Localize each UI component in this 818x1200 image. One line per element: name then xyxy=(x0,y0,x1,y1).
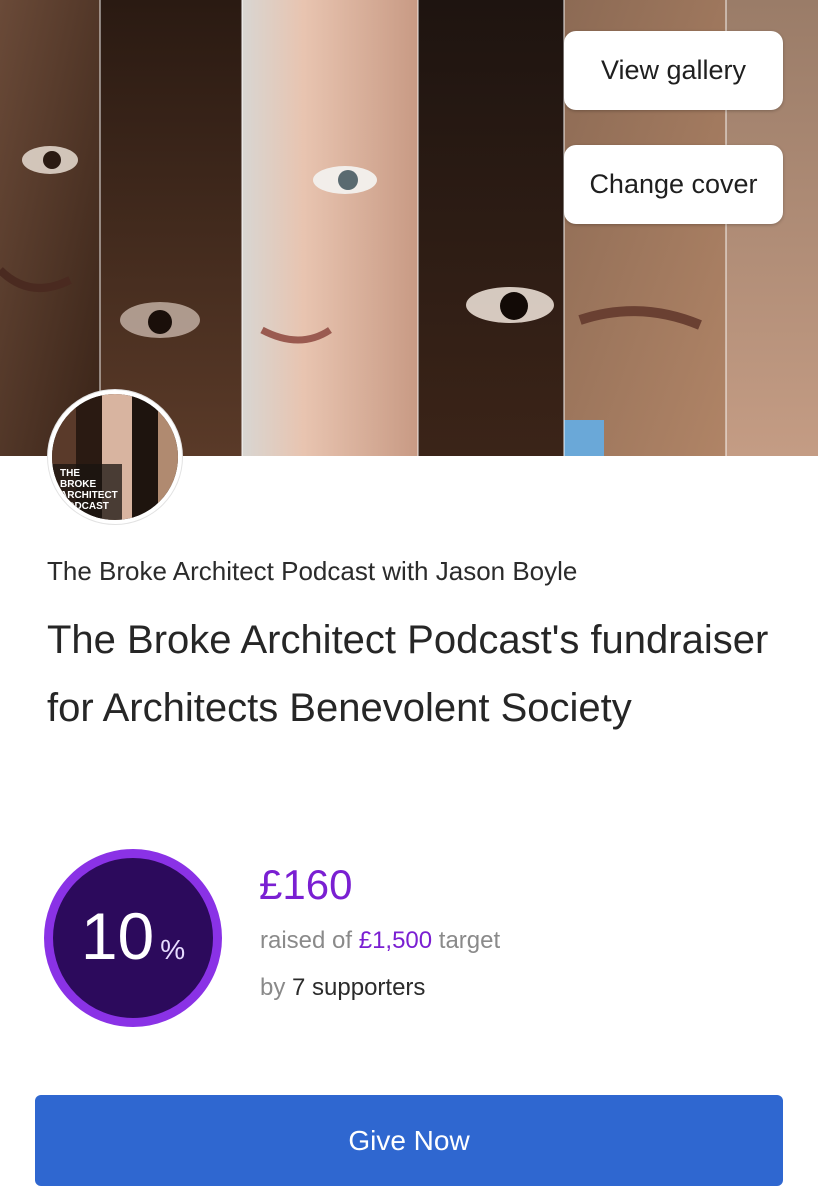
percent-sign: % xyxy=(160,934,186,965)
logo-text: THE xyxy=(60,468,80,479)
logo-text: ARCHITECT xyxy=(60,490,118,501)
give-now-button[interactable]: Give Now xyxy=(35,1095,783,1186)
logo-text: BROKE xyxy=(60,479,96,490)
podcast-logo-image: THE BROKE ARCHITECT PODCAST xyxy=(52,394,178,520)
supporters-count[interactable]: 7 supporters xyxy=(292,974,425,1001)
target-amount: £1,500 xyxy=(358,927,433,954)
change-cover-button[interactable]: Change cover xyxy=(564,145,783,224)
progress-ring: 10 % xyxy=(44,849,222,1027)
target-line: raised of £1,500 target xyxy=(260,927,500,955)
page-title: The Broke Architect Podcast's fundraiser… xyxy=(47,618,769,730)
avatar[interactable]: THE BROKE ARCHITECT PODCAST xyxy=(48,390,182,524)
cover-image: View gallery Change cover xyxy=(0,0,818,456)
progress-percent: 10 % xyxy=(81,903,185,969)
view-gallery-button[interactable]: View gallery xyxy=(564,31,783,110)
percent-value: 10 xyxy=(80,899,155,973)
organizer-name[interactable]: The Broke Architect Podcast with Jason B… xyxy=(47,556,577,587)
target-suffix: target xyxy=(432,927,501,954)
raised-prefix: raised of xyxy=(260,927,359,954)
by-prefix: by xyxy=(260,974,293,1001)
supporters-line: by 7 supporters xyxy=(260,974,425,1002)
logo-text: PODCAST xyxy=(60,501,109,512)
raised-amount: £160 xyxy=(259,861,353,908)
